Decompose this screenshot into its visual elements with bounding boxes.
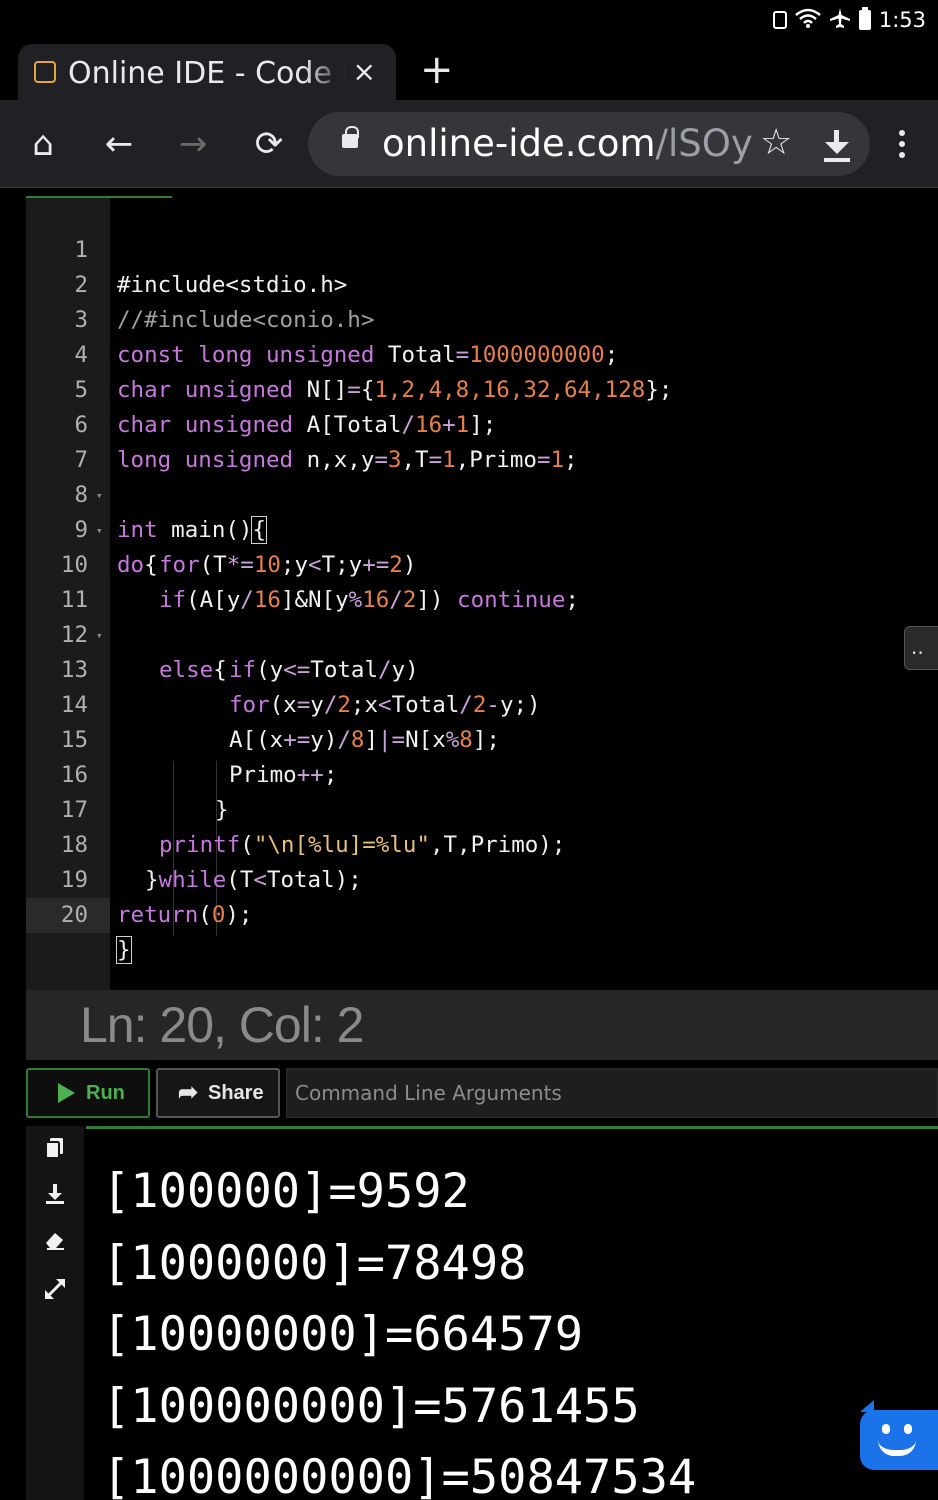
back-icon[interactable]: ← <box>94 118 144 170</box>
code-line[interactable]: 11 ▾ else{ <box>26 548 938 683</box>
code-line[interactable]: 6 long unsigned n,x,y=3,T=1,Primo=1; <box>26 373 938 473</box>
cursor-position: Ln: 20, Col: 2 <box>80 997 364 1053</box>
cursor-position-bar: Ln: 20, Col: 2 <box>26 990 938 1060</box>
new-tab-button[interactable]: + <box>420 48 454 92</box>
line-number: 20 <box>26 898 110 933</box>
url-path: /lSOyW <box>655 122 754 165</box>
reload-icon[interactable]: ⟳ <box>244 118 294 170</box>
code-line[interactable]: 13 for(x=y/2;x<Total/2-y;) <box>26 618 938 718</box>
url-domain: online-ide.com <box>382 122 656 165</box>
output-divider <box>86 1126 938 1129</box>
browser-toolbar: ⌂ ← → ⟳ online-ide.com/lSOyW ☆ <box>0 100 938 188</box>
code-line[interactable]: 12 if(y<=Total/y) <box>26 583 938 683</box>
output-panel: [100000]=9592 [1000000]=78498 [10000000]… <box>26 1126 938 1500</box>
download-icon[interactable] <box>820 120 854 166</box>
code-line[interactable]: 19 return(0); <box>26 828 938 928</box>
code-line[interactable]: 9 for(T*=10;y<T;y+=2) <box>26 478 938 578</box>
run-label: Run <box>86 1082 125 1104</box>
share-arrow-icon: ➦ <box>178 1079 199 1106</box>
expand-icon[interactable] <box>40 1276 70 1306</box>
run-controls: Run ➦ Share <box>26 1060 938 1126</box>
code-line[interactable]: 10 if(A[y/16]&N[y%16/2]) continue; <box>26 513 938 613</box>
bookmark-star-icon[interactable]: ☆ <box>760 122 792 163</box>
close-tab-icon[interactable]: × <box>353 55 376 88</box>
code-line[interactable]: 4 char unsigned N[]={1,2,4,8,16,32,64,12… <box>26 303 938 403</box>
side-panel-toggle[interactable]: .. <box>904 626 938 670</box>
forward-icon[interactable]: → <box>168 118 218 170</box>
copy-icon[interactable] <box>40 1136 70 1166</box>
output-toolbar <box>26 1126 84 1500</box>
code-line[interactable]: 2 //#include<conio.h> <box>26 233 938 333</box>
share-label: Share <box>208 1082 264 1104</box>
favicon-icon <box>34 61 56 83</box>
download-output-icon[interactable] <box>40 1182 70 1212</box>
battery-icon <box>858 7 871 30</box>
code-line[interactable]: 17 printf("\n[%lu]=%lu",T,Primo); <box>26 758 938 858</box>
code-line[interactable]: 15 Primo++; <box>26 688 938 788</box>
play-icon <box>58 1083 75 1103</box>
command-line-args[interactable] <box>286 1068 938 1118</box>
code-line[interactable]: 8 ▾ do{ <box>26 443 938 578</box>
code-line[interactable]: 3 const long unsigned Total=1000000000; <box>26 268 938 368</box>
airplane-mode-icon <box>829 7 851 34</box>
wifi-icon <box>795 8 821 33</box>
code-line[interactable]: 18 }while(T<Total); <box>26 793 938 893</box>
code-line[interactable]: 5 char unsigned A[Total/16+1]; <box>26 338 938 438</box>
browser-tab[interactable]: Online IDE - Code Editor × <box>18 44 396 100</box>
status-time: 1:53 <box>878 8 926 32</box>
program-output: [100000]=9592 [1000000]=78498 [10000000]… <box>102 1164 697 1500</box>
share-button[interactable]: ➦ Share <box>156 1068 280 1118</box>
tab-strip: Online IDE - Code Editor × + <box>0 40 938 100</box>
code-line-active[interactable]: 20 } <box>26 863 938 964</box>
tab-title: Online IDE - Code Editor <box>68 56 346 91</box>
browser-menu-icon[interactable] <box>884 124 920 164</box>
address-bar[interactable]: online-ide.com/lSOyW ☆ <box>308 112 870 176</box>
lock-status-icon <box>772 11 787 29</box>
code-line[interactable]: 7 ▾ int main(){ <box>26 408 938 544</box>
home-icon[interactable]: ⌂ <box>18 118 68 170</box>
code-editor[interactable]: 1 #include<stdio.h> 2 //#include<conio.h… <box>26 196 938 990</box>
padlock-icon[interactable] <box>342 126 359 148</box>
command-line-args-input[interactable] <box>287 1069 937 1117</box>
chat-face-icon <box>882 1424 890 1434</box>
code-line[interactable]: 14 A[(x+=y)/8]|=N[x%8]; <box>26 653 938 753</box>
url-text[interactable]: online-ide.com/lSOyW <box>382 122 754 165</box>
code-line[interactable]: 16 } <box>26 723 938 823</box>
status-bar: 1:53 <box>0 0 938 40</box>
eraser-icon[interactable] <box>40 1228 70 1258</box>
code-line[interactable]: 1 #include<stdio.h> <box>26 198 938 298</box>
chat-widget-button[interactable] <box>860 1400 938 1470</box>
run-button[interactable]: Run <box>26 1068 150 1118</box>
